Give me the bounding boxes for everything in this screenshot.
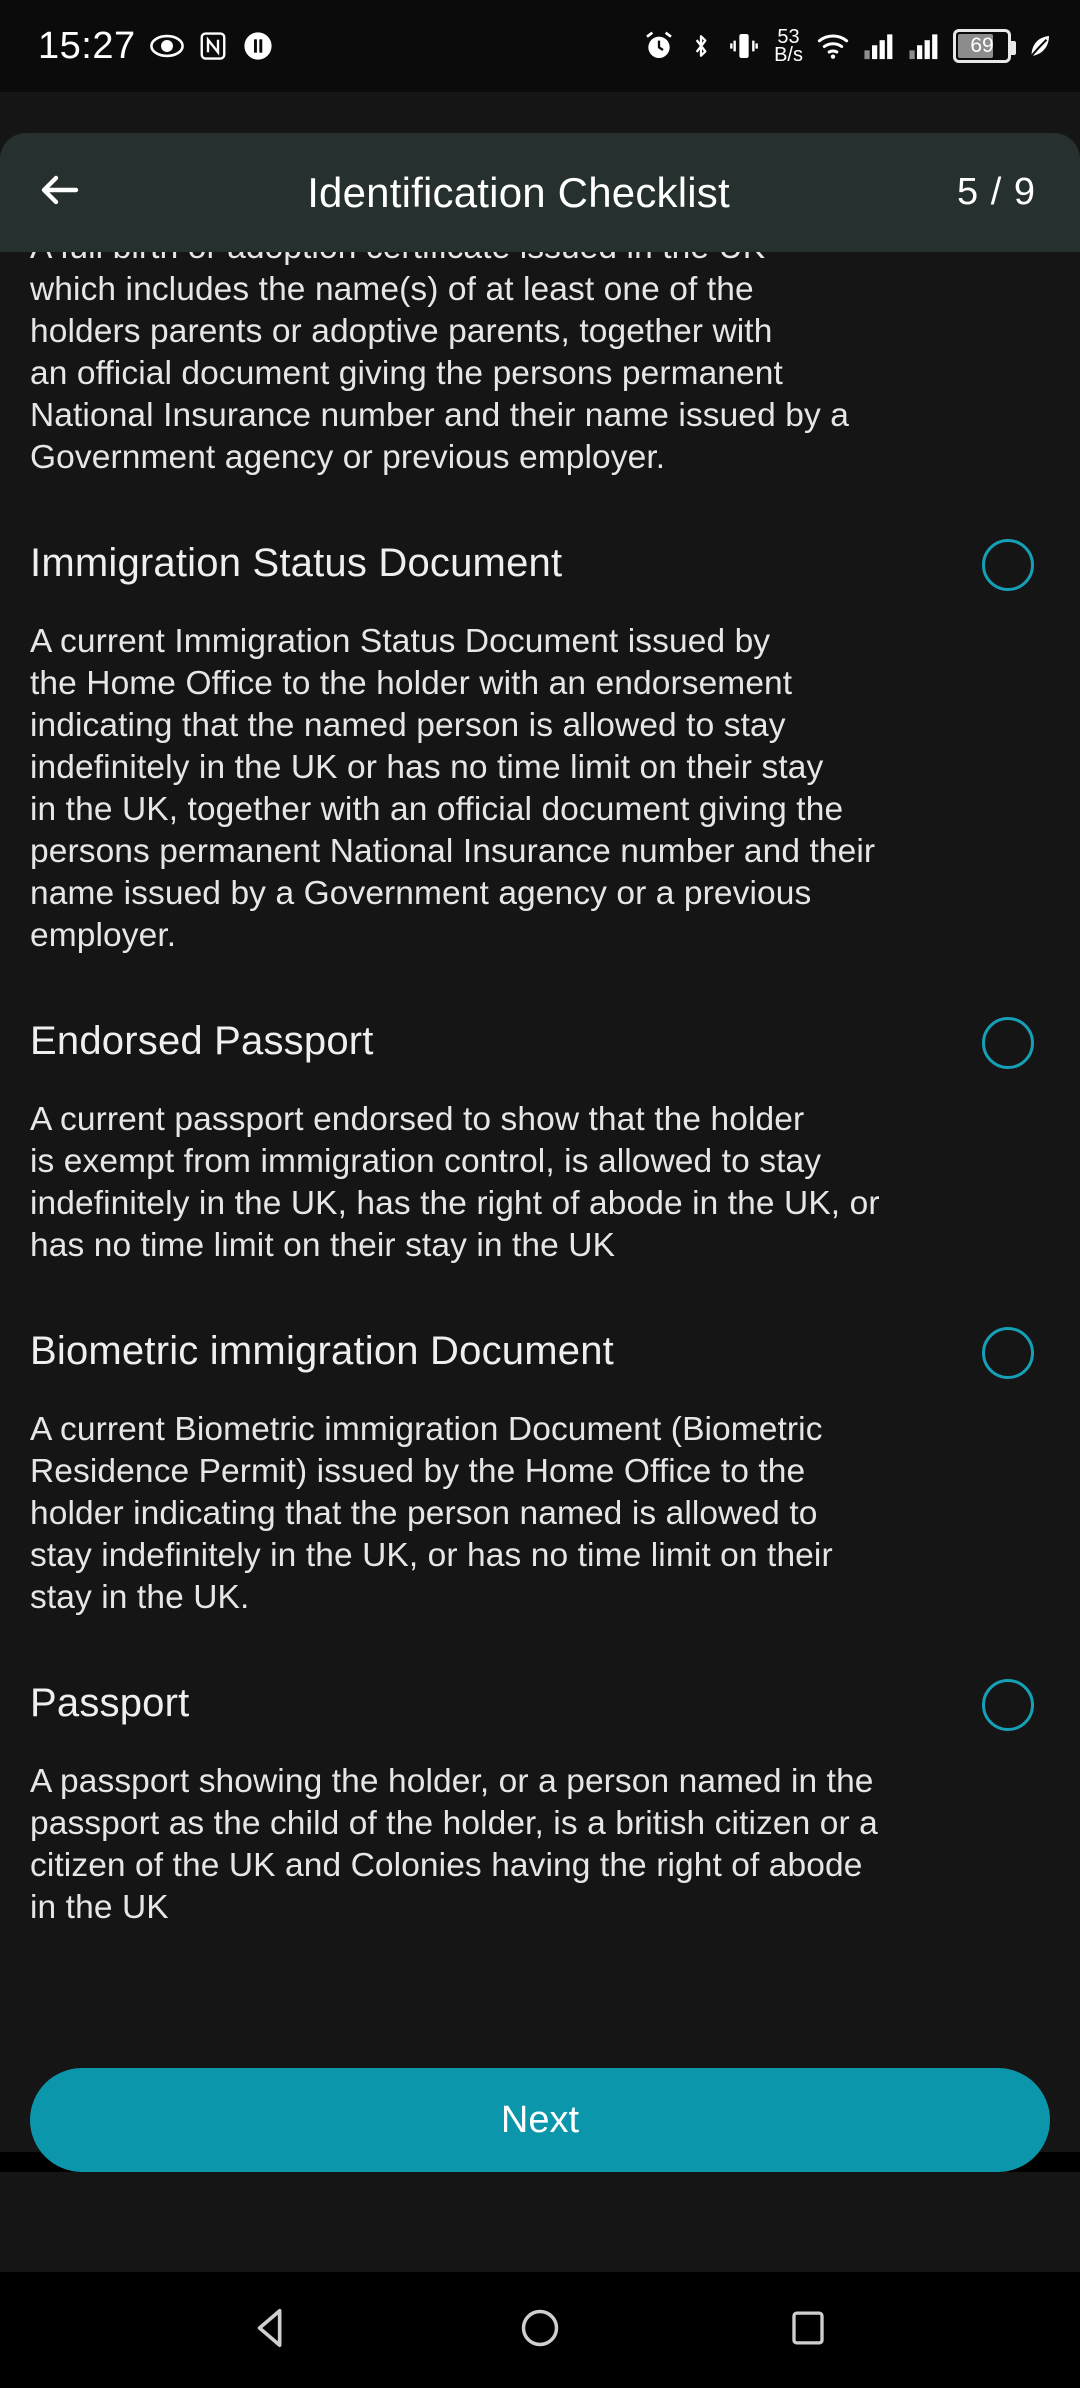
square-recents-icon xyxy=(787,2307,829,2354)
next-button[interactable]: Next xyxy=(30,2068,1050,2172)
checklist-item-title: Passport xyxy=(30,1681,190,1725)
checklist-item-title: Biometric immigration Document xyxy=(30,1329,614,1373)
checklist-item-title: Endorsed Passport xyxy=(30,1019,374,1063)
signal-sim1-icon xyxy=(863,31,895,61)
radio-button-biometric-immigration-document[interactable] xyxy=(982,1327,1034,1379)
network-speed-indicator: 53 B/s xyxy=(774,26,803,66)
eye-icon xyxy=(149,29,184,63)
nav-home-button[interactable] xyxy=(504,2294,576,2366)
triangle-back-icon xyxy=(249,2305,295,2356)
phone-screen: 15:27 53 B/s 69 which includes the name(… xyxy=(0,0,1080,2388)
circle-home-icon xyxy=(518,2306,562,2355)
footer-actions: Next xyxy=(0,2068,1080,2172)
checklist-item-description: A current Biometric immigration Document… xyxy=(30,1411,833,1616)
network-speed-unit: B/s xyxy=(774,44,803,66)
checklist-item-description: A passport showing the holder, or a pers… xyxy=(30,1763,878,1926)
checklist-item-header[interactable]: Endorsed Passport xyxy=(30,1015,1050,1069)
arrow-left-icon xyxy=(36,166,84,219)
page-title: Identification Checklist xyxy=(307,168,730,216)
signal-sim2-icon xyxy=(908,31,940,61)
step-counter: 5 / 9 xyxy=(957,171,1036,213)
status-bar-right: 53 B/s 69 xyxy=(643,26,1054,66)
clipped-paragraph: A full birth or adoption certificate iss… xyxy=(30,229,849,476)
radio-button-passport[interactable] xyxy=(982,1679,1034,1731)
wifi-icon xyxy=(816,31,850,61)
radio-button-endorsed-passport[interactable] xyxy=(982,1017,1034,1069)
nav-recents-button[interactable] xyxy=(772,2294,844,2366)
checklist-item-header[interactable]: Passport xyxy=(30,1677,1050,1731)
app-bar: Identification Checklist 5 / 9 xyxy=(0,133,1080,252)
alarm-icon xyxy=(643,30,675,62)
pause-icon xyxy=(242,29,274,63)
bottom-spacer xyxy=(0,2172,1080,2272)
checklist-scroll-area[interactable]: A full birth or adoption certificate iss… xyxy=(0,92,1080,2152)
checklist-item-description: A current Immigration Status Document is… xyxy=(30,623,876,954)
status-bar-clock: 15:27 xyxy=(38,24,136,67)
battery-icon: 69 xyxy=(953,29,1016,63)
checklist-item-header[interactable]: Biometric immigration Document xyxy=(30,1325,1050,1379)
checklist-item-description: A current passport endorsed to show that… xyxy=(30,1101,880,1264)
radio-button-immigration-status-document[interactable] xyxy=(982,539,1034,591)
status-bar: 15:27 53 B/s 69 xyxy=(0,0,1080,92)
checklist-content: A full birth or adoption certificate iss… xyxy=(30,227,1050,1929)
vibrate-icon xyxy=(727,30,761,62)
bluetooth-icon xyxy=(688,29,714,63)
checklist-item-header[interactable]: Immigration Status Document xyxy=(30,537,1050,591)
nfc-icon xyxy=(198,29,228,63)
checklist-item-title: Immigration Status Document xyxy=(30,541,563,585)
nav-back-button[interactable] xyxy=(236,2294,308,2366)
leaf-icon xyxy=(1024,30,1054,62)
android-navigation-bar xyxy=(0,2272,1080,2388)
battery-percent-label: 69 xyxy=(970,34,994,57)
status-bar-left: 15:27 xyxy=(38,25,274,68)
